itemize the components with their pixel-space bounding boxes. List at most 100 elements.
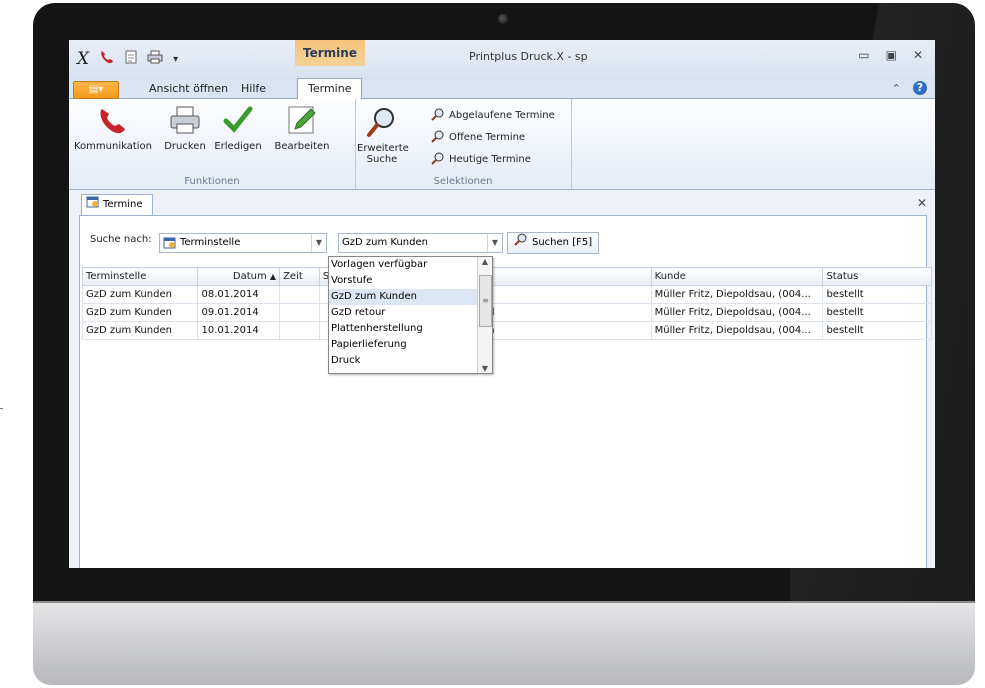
collapse-ribbon-icon[interactable]: ⌃: [892, 82, 901, 95]
table-row[interactable]: GzD zum Kunden 10.01.2014 h Müller Fritz…: [81, 321, 932, 340]
ribbon: Kommunikation Drucken Erledigen Bearbeit…: [69, 99, 935, 190]
termine-panel: Suche nach: Terminstelle ▼ GzD zum Kunde…: [79, 215, 932, 568]
checkmark-icon: [221, 103, 255, 137]
scrollbar-thumb[interactable]: ≡: [479, 275, 492, 327]
help-icon[interactable]: ?: [913, 81, 927, 95]
maximize-icon[interactable]: ▣: [886, 48, 897, 62]
context-tab-title: Termine: [295, 40, 365, 66]
dropdown-option[interactable]: Papierlieferung: [329, 337, 492, 353]
dropdown-option[interactable]: Vorstufe: [329, 273, 492, 289]
table-header-row: Terminstelle Datum ▲ Zeit S g Kunde Stat…: [81, 267, 932, 286]
cell-status: bestellt: [822, 285, 932, 304]
erweiterte-label-1: Erweiterte: [357, 143, 409, 154]
cell-zeit: [279, 285, 320, 304]
scroll-down-icon[interactable]: ▼: [478, 364, 492, 373]
magnifier-icon: [431, 129, 445, 146]
col-header-terminstelle[interactable]: Terminstelle: [81, 267, 199, 286]
minimize-icon[interactable]: ▭: [858, 48, 869, 62]
cell-terminstelle: GzD zum Kunden: [81, 285, 199, 304]
offene-label: Offene Termine: [449, 132, 526, 143]
group-label-selektionen: Selektionen: [433, 176, 493, 187]
erweiterte-suche-button[interactable]: Erweiterte Suche: [357, 105, 409, 165]
magnifier-icon: [365, 105, 399, 139]
table-row[interactable]: GzD zum Kunden 09.01.2014 d Müller Fritz…: [81, 303, 932, 322]
scroll-up-icon[interactable]: ▲: [478, 257, 492, 266]
dropdown-option-selected[interactable]: GzD zum Kunden: [329, 289, 492, 305]
cell-status: bestellt: [822, 303, 932, 322]
cell-datum: 08.01.2014: [197, 285, 281, 304]
grip-icon: ≡: [482, 296, 489, 305]
col-header-kunde[interactable]: Kunde: [650, 267, 824, 286]
cell-terminstelle: GzD zum Kunden: [81, 303, 199, 322]
calendar-icon: [86, 195, 99, 216]
abgelaufene-termine-button[interactable]: Abgelaufene Termine: [431, 107, 555, 124]
offene-termine-button[interactable]: Offene Termine: [431, 129, 525, 146]
datum-header-label: Datum: [232, 271, 267, 282]
group-funktionen: Kommunikation Drucken Erledigen Bearbeit…: [69, 99, 356, 189]
document-icon[interactable]: [125, 50, 137, 68]
monitor-chin: [33, 603, 975, 685]
qat-dropdown-icon[interactable]: ▾: [173, 54, 178, 65]
dropdown-option[interactable]: Vorlagen verfügbar: [329, 257, 492, 273]
doc-tab-label: Termine: [103, 199, 143, 210]
erweiterte-label-2: Suche: [366, 154, 398, 165]
printer-icon[interactable]: [147, 50, 163, 68]
col-header-datum[interactable]: Datum ▲: [197, 267, 281, 286]
abgelaufene-label: Abgelaufene Termine: [449, 110, 555, 121]
cell-kunde: Müller Fritz, Diepoldsau, (004...: [650, 321, 824, 340]
cell-kunde: Müller Fritz, Diepoldsau, (004...: [650, 303, 824, 322]
heutige-label: Heutige Termine: [449, 154, 531, 165]
search-value-combo[interactable]: GzD zum Kunden ▼: [338, 233, 503, 253]
search-button-label: Suchen [F5]: [532, 237, 593, 248]
file-menu-button[interactable]: ▤▾: [73, 81, 119, 99]
group-selektionen: Erweiterte Suche Abgelaufene Termine Off…: [355, 99, 572, 189]
dropdown-option[interactable]: Plattenherstellung: [329, 321, 492, 337]
doc-tab-termine[interactable]: Termine: [81, 194, 153, 215]
cell-zeit: [279, 303, 320, 322]
heutige-termine-button[interactable]: Heutige Termine: [431, 151, 531, 168]
search-button[interactable]: Suchen [F5]: [507, 232, 600, 254]
search-value-text: GzD zum Kunden: [342, 237, 428, 248]
col-header-status[interactable]: Status: [822, 267, 932, 286]
window-title: Printplus Druck.X - sp: [469, 50, 588, 63]
ribbon-help-area: ⌃ ?: [892, 81, 927, 95]
group-label-funktionen: Funktionen: [184, 176, 240, 187]
tab-termine[interactable]: Termine: [297, 78, 363, 99]
dropdown-option[interactable]: Druck: [329, 353, 492, 369]
terminstelle-dropdown-list: Vorlagen verfügbar Vorstufe GzD zum Kund…: [328, 256, 493, 374]
kommunikation-button[interactable]: Kommunikation: [73, 103, 153, 152]
kommunikation-label: Kommunikation: [73, 141, 152, 152]
phone-icon: [96, 103, 130, 137]
camera-icon: [498, 14, 508, 24]
chevron-down-icon[interactable]: ▼: [311, 234, 326, 252]
magnifier-icon: [431, 107, 445, 124]
drucken-button[interactable]: Drucken: [163, 103, 207, 152]
phone-icon[interactable]: [99, 49, 115, 69]
erledigen-button[interactable]: Erledigen: [213, 103, 263, 152]
document-area: Termine ✕ Suche nach: Terminstelle ▼ GzD…: [69, 190, 935, 568]
cell-datum: 10.01.2014: [197, 321, 281, 340]
search-field-value: Terminstelle: [180, 237, 241, 248]
cell-kunde: Müller Fritz, Diepoldsau, (004...: [650, 285, 824, 304]
window-controls: ▭ ▣ ✕: [858, 48, 923, 62]
tab-ansicht[interactable]: Ansicht öffnen: [149, 82, 228, 95]
search-field-combo[interactable]: Terminstelle ▼: [159, 233, 327, 253]
cell-status: bestellt: [822, 321, 932, 340]
dropdown-scrollbar[interactable]: ▲ ≡ ▼: [477, 257, 492, 373]
erledigen-label: Erledigen: [214, 141, 262, 152]
search-label: Suche nach:: [90, 234, 152, 245]
bearbeiten-label: Bearbeiten: [274, 141, 330, 152]
cell-terminstelle: GzD zum Kunden: [81, 321, 199, 340]
bearbeiten-button[interactable]: Bearbeiten: [271, 103, 333, 152]
quick-access-toolbar: 𝑋 ▾: [77, 49, 178, 69]
close-icon[interactable]: ✕: [917, 196, 927, 210]
close-icon[interactable]: ✕: [913, 48, 923, 62]
printer-icon: [168, 103, 202, 137]
table-row[interactable]: GzD zum Kunden 08.01.2014 Müller Fritz, …: [81, 285, 932, 304]
dropdown-option[interactable]: GzD retour: [329, 305, 492, 321]
app-logo-icon: 𝑋: [77, 49, 90, 69]
chevron-down-icon[interactable]: ▼: [487, 234, 502, 252]
tab-hilfe[interactable]: Hilfe: [241, 82, 266, 95]
col-header-zeit[interactable]: Zeit: [279, 267, 320, 286]
drucken-label: Drucken: [164, 141, 206, 152]
